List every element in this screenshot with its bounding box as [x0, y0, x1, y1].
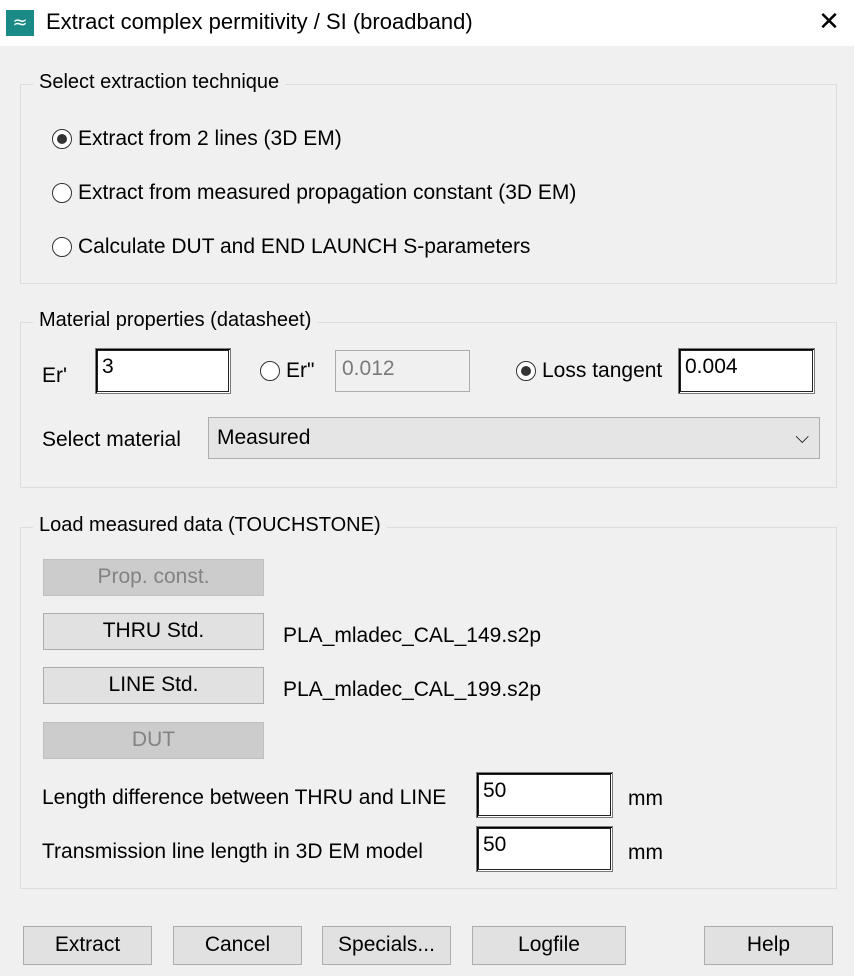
material-select[interactable]: Measured ⌵ — [208, 417, 820, 459]
title-bar: ≈ Extract complex permitivity / SI (broa… — [0, 0, 854, 46]
er-prime-input[interactable]: 3 — [95, 348, 231, 394]
thru-std-button[interactable]: THRU Std. — [43, 613, 264, 650]
tl-length-unit: mm — [628, 841, 663, 864]
thru-file-name: PLA_mladec_CAL_149.s2p — [283, 624, 542, 647]
er-double-label: Er" — [286, 359, 315, 382]
radio-unchecked-icon — [260, 361, 280, 381]
tl-length-input[interactable]: 50 — [476, 826, 613, 872]
line-std-button[interactable]: LINE Std. — [43, 667, 264, 704]
material-select-value: Measured — [217, 426, 311, 449]
radio-unchecked-icon — [52, 183, 72, 203]
radio-label: Calculate DUT and END LAUNCH S-parameter… — [78, 235, 531, 258]
radio-checked-icon — [516, 361, 536, 381]
measured-data-label: Load measured data (TOUCHSTONE) — [33, 514, 387, 537]
select-material-label: Select material — [42, 428, 181, 451]
chevron-down-icon: ⌵ — [795, 427, 809, 448]
length-diff-input[interactable]: 50 — [476, 772, 613, 818]
logfile-button[interactable]: Logfile — [472, 926, 626, 965]
radio-unchecked-icon — [52, 237, 72, 257]
radio-calculate-dut[interactable]: Calculate DUT and END LAUNCH S-parameter… — [52, 235, 530, 259]
radio-extract-propagation[interactable]: Extract from measured propagation consta… — [52, 181, 576, 205]
prop-const-button: Prop. const. — [43, 559, 264, 596]
radio-label: Extract from 2 lines (3D EM) — [78, 127, 342, 150]
material-properties-group: Material properties (datasheet) — [20, 309, 837, 488]
radio-checked-icon — [52, 129, 72, 149]
close-icon[interactable]: ✕ — [804, 0, 854, 46]
length-diff-label: Length difference between THRU and LINE — [42, 786, 447, 809]
window-title: Extract complex permitivity / SI (broadb… — [46, 9, 473, 34]
dut-button: DUT — [43, 722, 264, 759]
radio-extract-2-lines[interactable]: Extract from 2 lines (3D EM) — [52, 127, 342, 151]
tl-length-label: Transmission line length in 3D EM model — [42, 840, 423, 863]
er-prime-label: Er' — [42, 364, 68, 387]
radio-loss-tangent[interactable]: Loss tangent — [516, 359, 662, 383]
extraction-technique-label: Select extraction technique — [33, 71, 286, 94]
line-file-name: PLA_mladec_CAL_199.s2p — [283, 678, 542, 701]
radio-label: Extract from measured propagation consta… — [78, 181, 577, 204]
length-diff-unit: mm — [628, 787, 663, 810]
er-double-input: 0.012 — [335, 350, 470, 392]
help-button[interactable]: Help — [704, 926, 833, 965]
cancel-button[interactable]: Cancel — [173, 926, 302, 965]
radio-er-double[interactable]: Er" — [260, 359, 314, 383]
loss-tangent-input[interactable]: 0.004 — [678, 348, 815, 394]
material-properties-label: Material properties (datasheet) — [33, 309, 318, 332]
app-icon: ≈ — [6, 10, 34, 36]
extract-button[interactable]: Extract — [23, 926, 152, 965]
loss-tangent-label: Loss tangent — [542, 359, 663, 382]
specials-button[interactable]: Specials... — [322, 926, 451, 965]
